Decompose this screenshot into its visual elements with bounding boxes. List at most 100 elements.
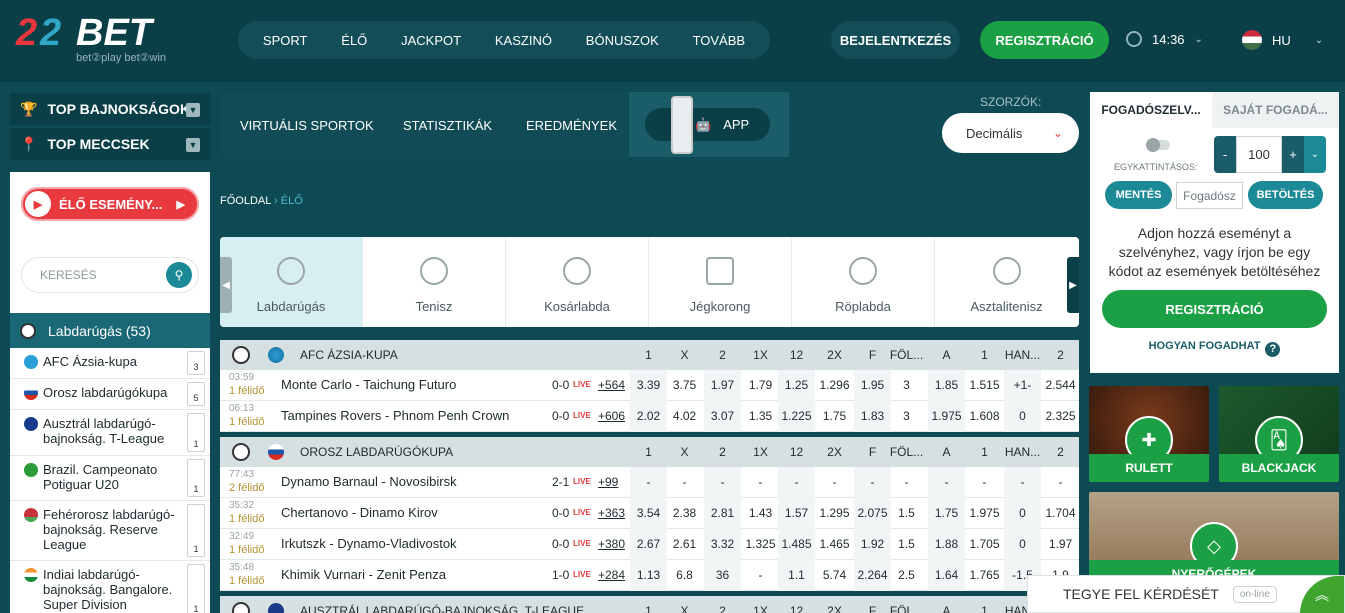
carousel-prev-button[interactable]: ◀ bbox=[220, 257, 232, 313]
match-teams[interactable]: Monte Carlo - Taichung Futuro bbox=[281, 377, 456, 392]
minus-button[interactable]: - bbox=[1214, 136, 1236, 173]
odds-cell[interactable]: 1.35 bbox=[742, 401, 779, 432]
odds-cell[interactable]: - bbox=[854, 467, 891, 498]
odds-cell[interactable]: - bbox=[742, 467, 779, 498]
odds-cell[interactable]: 2.075 bbox=[854, 498, 891, 529]
odds-cell[interactable]: 3 bbox=[888, 401, 925, 432]
odds-cell[interactable]: 4.02 bbox=[666, 401, 703, 432]
odds-cell[interactable]: 1.13 bbox=[630, 560, 667, 591]
stake-value[interactable]: 100 bbox=[1236, 136, 1282, 173]
odds-cell[interactable]: 2.67 bbox=[630, 529, 667, 560]
chevron-down-icon[interactable]: ⌄ bbox=[1304, 136, 1326, 173]
odds-cell[interactable]: 1.704 bbox=[1042, 498, 1079, 529]
odds-cell[interactable]: 3.32 bbox=[704, 529, 741, 560]
odds-cell[interactable]: 1.225 bbox=[778, 401, 815, 432]
tab-virtual-sports[interactable]: VIRTUÁLIS SPORTOK bbox=[240, 118, 374, 133]
event-row[interactable]: 03:59 1 félidő Monte Carlo - Taichung Futu… bbox=[220, 370, 1079, 401]
event-row[interactable]: 77:43 2 félidő Dynamo Barnaul - Novosibirs… bbox=[220, 467, 1079, 498]
odds-cell[interactable]: 0 bbox=[1004, 401, 1041, 432]
sport-tab-basketball[interactable]: Kosárlabda bbox=[506, 237, 649, 327]
odds-cell[interactable]: 1.97 bbox=[704, 370, 741, 401]
sport-football-header[interactable]: Labdarúgás (53) bbox=[10, 313, 210, 348]
login-button[interactable]: BEJELENTKEZÉS bbox=[831, 21, 960, 59]
odds-cell[interactable]: +1- bbox=[1004, 370, 1041, 401]
odds-cell[interactable]: 1.79 bbox=[742, 370, 779, 401]
more-markets-link[interactable]: +564 bbox=[598, 378, 625, 392]
tab-statistics[interactable]: STATISZTIKÁK bbox=[403, 118, 492, 133]
live-events-button[interactable]: ▶ ÉLŐ ESEMÉNY... ▶ bbox=[21, 187, 199, 221]
top-leagues-toggle[interactable]: 🏆 TOP BAJNOKSÁGOK ▼ bbox=[10, 93, 210, 125]
match-teams[interactable]: Irkutszk - Dynamo-Vladivostok bbox=[281, 536, 457, 551]
odds-cell[interactable]: - bbox=[778, 467, 815, 498]
plus-button[interactable]: + bbox=[1282, 136, 1304, 173]
odds-cell[interactable]: 3.07 bbox=[704, 401, 741, 432]
odds-cell[interactable]: - bbox=[928, 467, 965, 498]
odds-cell[interactable]: 3.39 bbox=[630, 370, 667, 401]
odds-cell[interactable]: 1.75 bbox=[816, 401, 853, 432]
top-matches-toggle[interactable]: 📍 TOP MECCSEK ▼ bbox=[10, 128, 210, 160]
match-teams[interactable]: Dynamo Barnaul - Novosibirsk bbox=[281, 474, 457, 489]
odds-cell[interactable]: 1.485 bbox=[778, 529, 815, 560]
league-header[interactable]: OROSZ LABDARÚGÓKUPA 1 X 2 1X 12 2X F FÖL... A 1 HAN… bbox=[220, 437, 1079, 467]
odds-cell[interactable]: 1.85 bbox=[928, 370, 965, 401]
odds-cell[interactable]: 1.1 bbox=[778, 560, 815, 591]
more-markets-link[interactable]: +363 bbox=[598, 506, 625, 520]
odds-cell[interactable]: 1.465 bbox=[816, 529, 853, 560]
slip-register-button[interactable]: REGISZTRÁCIÓ bbox=[1102, 290, 1327, 328]
more-markets-link[interactable]: +380 bbox=[598, 537, 625, 551]
clock[interactable]: 14:36 ⌄ bbox=[1126, 31, 1203, 47]
app-promo[interactable]: 🤖 APP bbox=[629, 92, 789, 157]
sport-tab-football[interactable]: Labdarúgás bbox=[220, 237, 363, 327]
match-teams[interactable]: Tampines Rovers - Phnom Penh Crown bbox=[281, 408, 509, 423]
one-click-toggle[interactable] bbox=[1146, 138, 1170, 152]
sidebar-league-item[interactable]: AFC Ázsia-kupa 3 bbox=[10, 348, 210, 379]
odds-cell[interactable]: 1.75 bbox=[928, 498, 965, 529]
odds-cell[interactable]: 1.705 bbox=[966, 529, 1003, 560]
odds-cell[interactable]: 1.88 bbox=[928, 529, 965, 560]
odds-cell[interactable]: 2.81 bbox=[704, 498, 741, 529]
sidebar-league-item[interactable]: Brazil. Campeonato Potiguar U20 1 bbox=[10, 456, 210, 501]
odds-cell[interactable]: - bbox=[816, 467, 853, 498]
stake-stepper[interactable]: - 100 + ⌄ bbox=[1214, 136, 1326, 173]
odds-cell[interactable]: - bbox=[888, 467, 925, 498]
odds-cell[interactable]: - bbox=[630, 467, 667, 498]
odds-cell[interactable]: - bbox=[742, 560, 779, 591]
odds-cell[interactable]: 1.95 bbox=[854, 370, 891, 401]
sport-tab-table-tennis[interactable]: Asztalitenisz bbox=[935, 237, 1078, 327]
sport-tab-tennis[interactable]: Tenisz bbox=[363, 237, 506, 327]
odds-cell[interactable]: - bbox=[1042, 467, 1079, 498]
scroll-up-icon[interactable]: ︽ bbox=[1300, 576, 1344, 613]
odds-cell[interactable]: 2.38 bbox=[666, 498, 703, 529]
odds-cell[interactable]: 2.325 bbox=[1042, 401, 1079, 432]
league-header[interactable]: AUSZTRÁL LABDARÚGÓ-BAJNOKSÁG. T-LEAGUE 1 X… bbox=[220, 596, 1079, 613]
odds-cell[interactable]: 3.54 bbox=[630, 498, 667, 529]
register-button[interactable]: REGISZTRÁCIÓ bbox=[980, 21, 1109, 59]
sidebar-league-item[interactable]: Orosz labdarúgókupa 5 bbox=[10, 379, 210, 410]
logo[interactable]: 22 BET bet②play bet②win bbox=[16, 12, 196, 68]
odds-cell[interactable]: 6.8 bbox=[666, 560, 703, 591]
odds-cell[interactable]: 1.295 bbox=[816, 498, 853, 529]
odds-cell[interactable]: 1.25 bbox=[778, 370, 815, 401]
odds-cell[interactable]: 3 bbox=[888, 370, 925, 401]
nav-more[interactable]: TOVÁBB bbox=[693, 33, 746, 48]
odds-cell[interactable]: 1.325 bbox=[742, 529, 779, 560]
odds-cell[interactable]: 2.61 bbox=[666, 529, 703, 560]
nav-sport[interactable]: SPORT bbox=[263, 33, 308, 48]
sidebar-league-item[interactable]: Fehérorosz labdarúgó-bajnokság. Reserve … bbox=[10, 501, 210, 561]
odds-cell[interactable]: - bbox=[966, 467, 1003, 498]
sport-tab-volleyball[interactable]: Röplabda bbox=[792, 237, 935, 327]
tab-results[interactable]: EREDMÉNYEK bbox=[526, 118, 617, 133]
odds-cell[interactable]: 1.608 bbox=[966, 401, 1003, 432]
breadcrumb-home[interactable]: FŐOLDAL bbox=[220, 195, 271, 207]
slots-card[interactable]: ◇ NYERŐGÉPEK bbox=[1089, 492, 1339, 588]
tab-my-bets[interactable]: SAJÁT FOGADÁ... bbox=[1212, 92, 1339, 128]
chat-widget[interactable]: TEGYE FEL KÉRDÉSÉT on-line ︽ bbox=[1027, 575, 1345, 613]
roulette-card[interactable]: ✚ RULETT bbox=[1089, 386, 1209, 482]
nav-live[interactable]: ÉLŐ bbox=[341, 33, 367, 48]
match-teams[interactable]: Khimik Vurnari - Zenit Penza bbox=[281, 567, 446, 582]
language-selector[interactable]: HU ⌄ bbox=[1242, 30, 1323, 50]
odds-cell[interactable]: 5.74 bbox=[816, 560, 853, 591]
odds-cell[interactable]: 1.57 bbox=[778, 498, 815, 529]
odds-cell[interactable]: 1.64 bbox=[928, 560, 965, 591]
nav-casino[interactable]: KASZINÓ bbox=[495, 33, 552, 48]
